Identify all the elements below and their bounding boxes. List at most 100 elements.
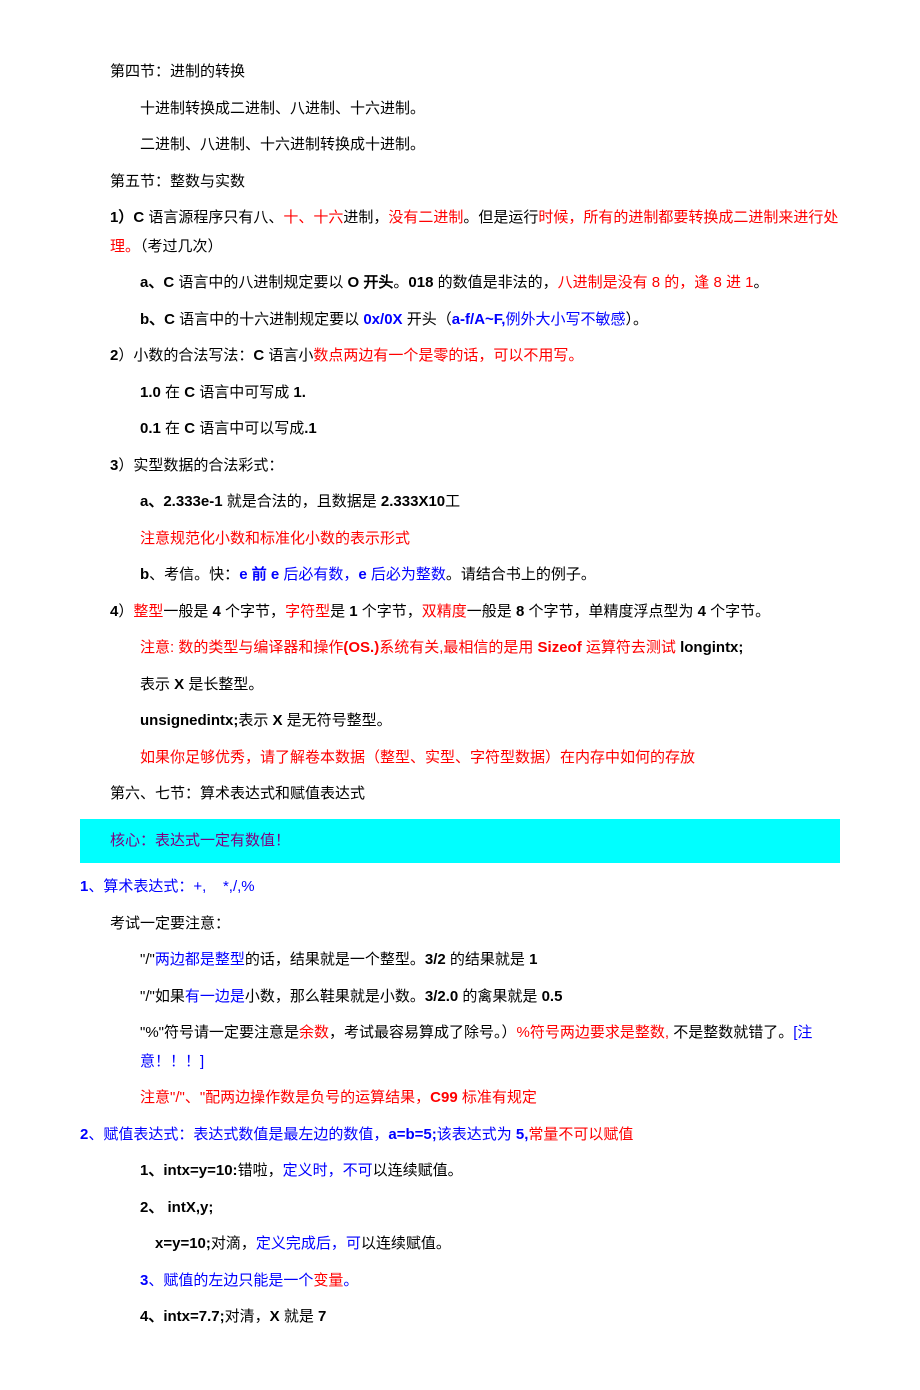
text-blue: 该表达式为: [437, 1126, 516, 1143]
text: 1: [349, 603, 357, 620]
text-blue: 有一边是: [185, 988, 245, 1005]
text: 1.0: [140, 384, 161, 401]
text-blue: 5,: [516, 1126, 529, 1143]
text: 表示: [238, 712, 272, 729]
text-red: 八进制是没有 8 的，逢 8 进 1: [558, 274, 754, 291]
arith-l4: 注意"/"、"配两边操作数是负号的运算结果，C99 标准有规定: [80, 1084, 840, 1113]
text-blue: 后必有数，: [279, 566, 358, 583]
s5-point-4: 4）整型一般是 4 个字节，字符型是 1 个字节，双精度一般是 8 个字节，单精…: [80, 598, 840, 627]
text: 语言小: [268, 347, 313, 364]
text: 错啦，: [238, 1162, 283, 1179]
text: 开头（: [403, 311, 452, 328]
text-blue: a-f/A~F,: [452, 311, 506, 328]
text: 1: [529, 951, 537, 968]
s5-point-1: 1）C 语言源程序只有八、十、十六进制，没有二进制。但是运行时候，所有的进制都要…: [80, 204, 840, 261]
text-red: (OS.): [343, 639, 379, 656]
text: X: [270, 1308, 284, 1325]
text: 。请结合书上的例子。: [446, 566, 596, 583]
text: 符号请一定要注意是: [164, 1024, 299, 1041]
text: 一般是: [163, 603, 212, 620]
text: 个字节。: [706, 603, 770, 620]
text: 对滴，: [211, 1235, 256, 1252]
text-red: 字符型: [285, 603, 330, 620]
text: X: [273, 712, 283, 729]
text-blue: 两边都是整型: [155, 951, 245, 968]
text: 018: [408, 274, 433, 291]
arith-l2: "/"如果有一边是小数，那么鞋果就是小数。3/2.0 的禽果就是 0.5: [80, 983, 840, 1012]
text: 0.1: [140, 420, 161, 437]
text: b: [140, 566, 149, 583]
text: 1.: [293, 384, 306, 401]
arith-1: 1、算术表达式：+, *,/,%: [80, 873, 840, 902]
highlight-core: 核心：表达式一定有数值！: [80, 819, 840, 864]
s5-x2: unsignedintx;表示 X 是无符号整型。: [80, 707, 840, 736]
text: 如果: [155, 988, 185, 1005]
text-blue: 、赋值表达式：表达式数值是最左边的数值，: [88, 1126, 388, 1143]
text: 工: [445, 493, 460, 510]
text: 个字节，: [221, 603, 285, 620]
arith-l1: "/"两边都是整型的话，结果就是一个整型。3/2 的结果就是 1: [80, 946, 840, 975]
text: 对清，: [225, 1308, 270, 1325]
s5-end: 如果你足够优秀，请了解卷本数据（整型、实型、字符型数据）在内存中如何的存放: [80, 744, 840, 773]
text-blue: e 前 e: [239, 566, 279, 583]
arith-l3: "%"符号请一定要注意是余数，考试最容易算成了除号。）%符号两边要求是整数, 不…: [80, 1019, 840, 1076]
text: 3/2.0: [425, 988, 458, 1005]
text-blue: *,/,%: [223, 878, 255, 895]
text: 4: [213, 603, 221, 620]
text: 语言中可以写成: [199, 420, 304, 437]
assign-2-1: 1、intx=y=10:错啦，定义时，不可以连续赋值。: [80, 1157, 840, 1186]
assign-2-2b: x=y=10;对滴，定义完成后，可以连续赋值。: [80, 1230, 840, 1259]
text: 是: [330, 603, 349, 620]
s5-point-3-note: 注意规范化小数和标准化小数的表示形式: [80, 525, 840, 554]
highlight-text: 核心：表达式一定有数值！: [110, 832, 290, 849]
text-blue: 、赋值的左边只能是一个: [148, 1272, 313, 1289]
s5-point-3a: a、2.333e-1 就是合法的，且数据是 2.333X10工: [80, 488, 840, 517]
text-red: 注意:: [140, 639, 178, 656]
text: 。: [393, 274, 408, 291]
text: 的数值是非法的，: [433, 274, 557, 291]
text-blue: e: [358, 566, 371, 583]
text: C: [184, 420, 199, 437]
text: unsignedintx;: [140, 712, 238, 729]
text: 语言源程序只有八、: [144, 209, 283, 226]
text: 就是合法的，且数据是: [223, 493, 381, 510]
text: 以连续赋值。: [373, 1162, 463, 1179]
assign-2-3: 3、赋值的左边只能是一个变量。: [80, 1267, 840, 1296]
text: X: [174, 676, 184, 693]
section-5-title: 第五节：整数与实数: [80, 168, 840, 197]
text: 的结果就是: [446, 951, 529, 968]
assign-2: 2、赋值表达式：表达式数值是最左边的数值，a=b=5;该表达式为 5,常量不可以…: [80, 1121, 840, 1150]
text: 是无符号整型。: [283, 712, 392, 729]
text: 语言中的八进制规定要以: [174, 274, 347, 291]
text: 1）C: [110, 209, 144, 226]
text: 3/2: [425, 951, 446, 968]
text: 以连续赋值。: [361, 1235, 451, 1252]
s5-point-1b: b、C 语言中的十六进制规定要以 0x/0X 开头（a-f/A~F,例外大小写不…: [80, 306, 840, 335]
text: 7: [318, 1308, 326, 1325]
text: C: [253, 347, 268, 364]
text-red: 注意"/"、"配两边操作数是负号的运算结果，: [140, 1089, 430, 1106]
text: O 开头: [348, 274, 394, 291]
text-red: 整型: [133, 603, 163, 620]
text: 4: [698, 603, 706, 620]
text-blue: +,: [193, 878, 206, 895]
text: C: [184, 384, 199, 401]
text-red: 系统有关,最相信的是用: [379, 639, 537, 656]
text-red: 常量不可以赋值: [528, 1126, 633, 1143]
text-blue: 、算术表达式：: [88, 878, 193, 895]
text: "%": [140, 1024, 164, 1041]
text: 1、intx=y=10:: [140, 1162, 238, 1179]
text: x=y=10;: [155, 1235, 211, 1252]
arith-note: 考试一定要注意：: [80, 910, 840, 939]
text: ）实型数据的合法彩式：: [118, 457, 283, 474]
text: ）小数的合法写法：: [118, 347, 253, 364]
s5-point-2a: 1.0 在 C 语言中可写成 1.: [80, 379, 840, 408]
text: 在: [161, 384, 184, 401]
text-red: 标准有规定: [462, 1089, 537, 1106]
s5-point-1a: a、C 语言中的八进制规定要以 O 开头。018 的数值是非法的，八进制是没有 …: [80, 269, 840, 298]
text: 语言中可写成: [199, 384, 293, 401]
text-blue: 例外大小写不敏感: [505, 311, 625, 328]
text-red: 没有二进制: [388, 209, 463, 226]
text: 4、intx=7.7;: [140, 1308, 225, 1325]
text-red: 运算符去测试: [582, 639, 680, 656]
